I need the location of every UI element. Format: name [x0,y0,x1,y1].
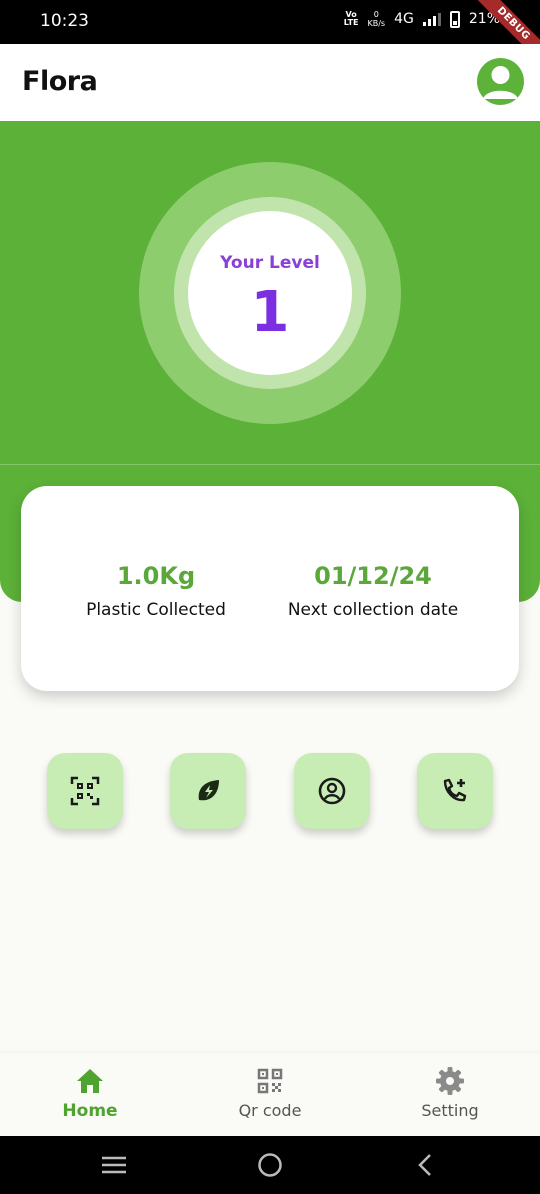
status-time: 10:23 [40,11,89,31]
back-chevron-icon[interactable] [410,1152,440,1178]
eco-button[interactable] [170,753,246,829]
home-circle-icon[interactable] [255,1152,285,1178]
add-call-icon [443,778,467,802]
qr-code-icon [257,1068,283,1094]
eco-leaf-icon [198,780,219,801]
plastic-collected-label: Plastic Collected [86,600,226,620]
status-bar: 10:23 Vo LTE 0 KB/s 4G 21% DEBUG [0,0,540,69]
account-circle-icon [318,777,346,805]
next-collection-date: 01/12/24 [314,562,432,590]
network-type: 4G [394,11,414,27]
nav-label-setting: Setting [421,1101,479,1120]
nav-label-home: Home [62,1101,118,1121]
nav-item-qr-code[interactable]: Qr code [210,1065,330,1120]
level-label: Your Level [220,253,320,273]
level-circle: Your Level 1 [188,211,352,375]
network-speed: 0 KB/s [367,10,386,28]
nav-item-setting[interactable]: Setting [390,1065,510,1120]
app-title: Flora [22,66,98,97]
profile-button[interactable] [294,753,370,829]
recents-icon[interactable] [99,1152,129,1178]
app-bar: Flora [0,44,540,121]
next-collection-label: Next collection date [287,600,459,620]
battery-icon [449,10,460,28]
account-circle-icon[interactable] [477,58,524,105]
bottom-navigation: Home Qr code Setting [0,1053,540,1136]
header-divider [0,464,540,465]
home-icon [77,1069,103,1093]
system-navigation-bar [0,1136,540,1194]
qr-scan-icon [70,776,100,806]
level-value: 1 [250,280,290,345]
settings-gear-icon [436,1067,464,1095]
status-indicators: Vo LTE 0 KB/s 4G 21% [344,10,500,28]
nav-item-home[interactable]: Home [30,1065,150,1121]
add-call-button[interactable] [417,753,493,829]
next-collection-stat: 01/12/24 Next collection date [275,562,471,620]
scan-qr-button[interactable] [47,753,123,829]
volte-indicator: Vo LTE [343,10,359,27]
plastic-collected-value: 1.0Kg [116,562,196,590]
plastic-collected-stat: 1.0Kg Plastic Collected [61,562,251,620]
signal-icon [422,12,441,26]
stats-card: 1.0Kg Plastic Collected 01/12/24 Next co… [21,486,519,691]
nav-label-qr-code: Qr code [238,1101,302,1120]
